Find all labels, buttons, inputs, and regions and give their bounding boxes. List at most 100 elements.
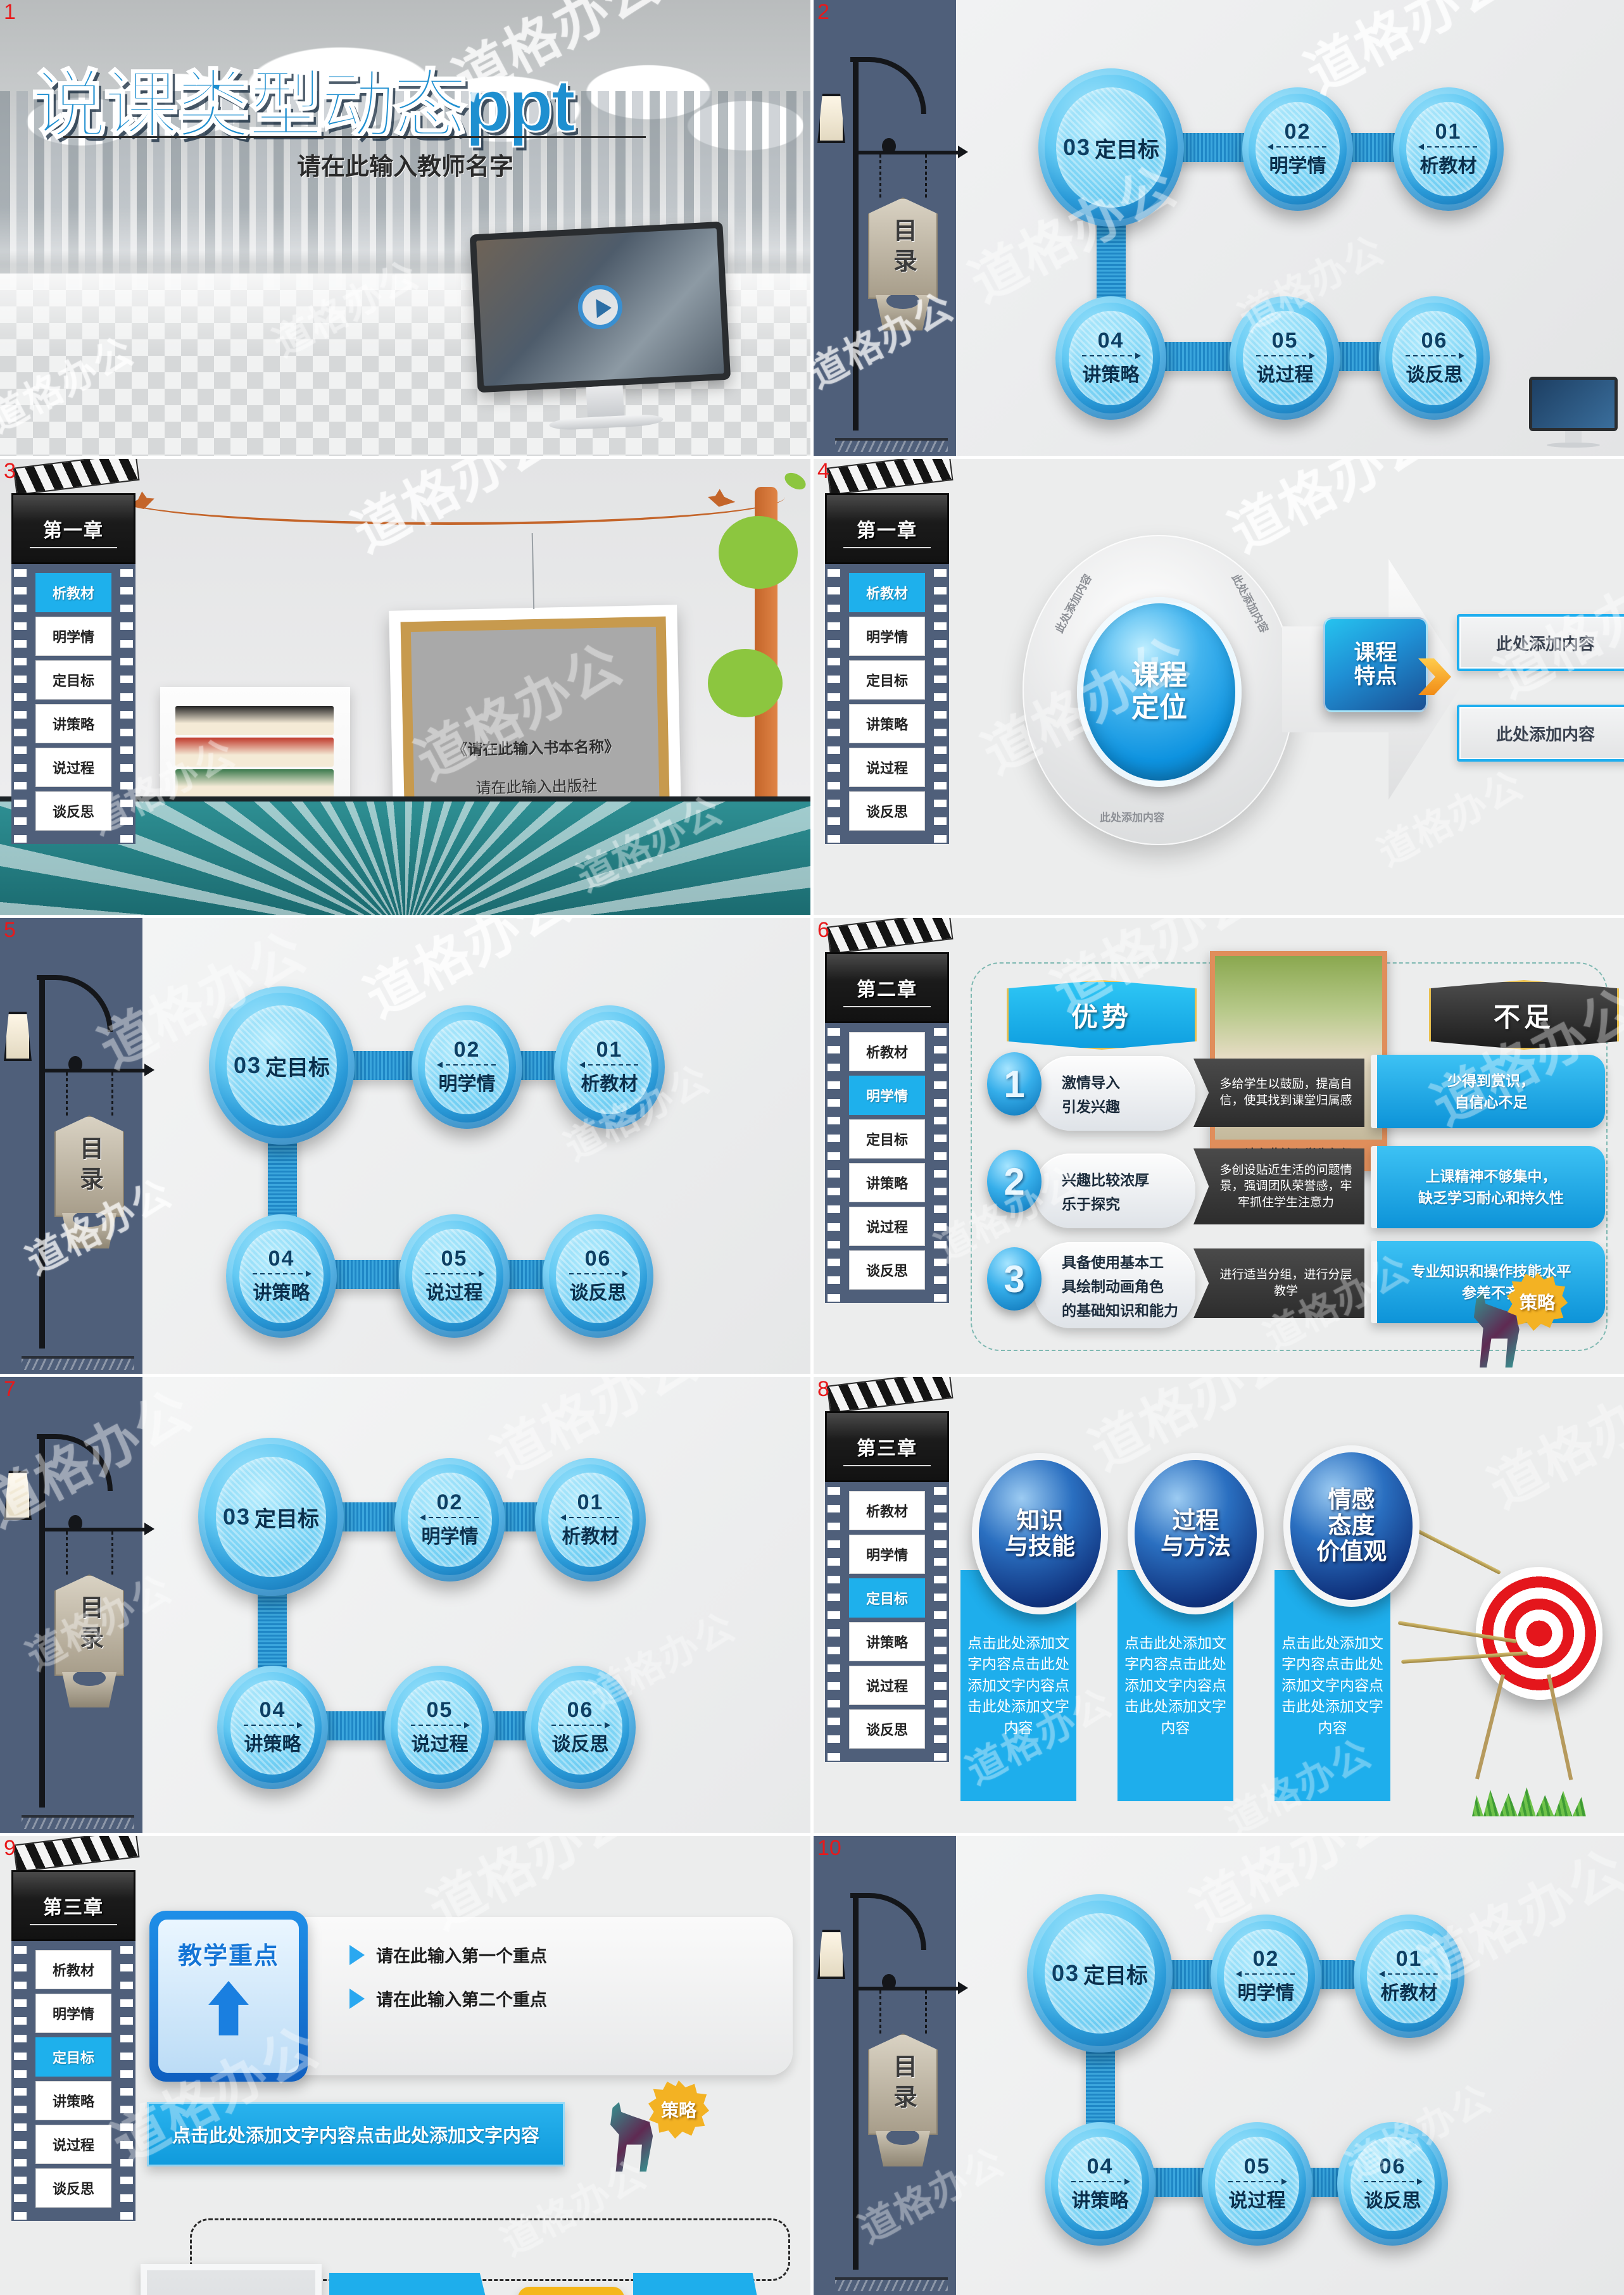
slide-10-toc: 目录 03 定目标 02 明学情 01 析教材 04 讲策略 05 说过程 06…: [814, 1836, 1624, 2295]
sidebar-item-xijiaocai[interactable]: 析教材: [35, 1950, 111, 1989]
toc-node-06[interactable]: 06 谈反思: [1337, 2122, 1448, 2246]
sidebar-item-jiangcelue[interactable]: 讲策略: [35, 2081, 111, 2120]
clapperboard-icon: [826, 459, 954, 496]
toc-node-01-label: 析教材: [1419, 155, 1477, 177]
toc-node-06[interactable]: 06 谈反思: [525, 1666, 636, 1789]
key-point-row: 请在此输入第二个重点: [349, 1986, 793, 2011]
goal-globe-1[interactable]: 知识 与技能: [972, 1453, 1108, 1614]
chapter-title: 第二章: [825, 952, 949, 1023]
sidebar-item-tanfansi[interactable]: 谈反思: [35, 791, 111, 831]
toc-node-03[interactable]: 03 定目标: [1027, 1894, 1173, 2053]
lamp-knob: [882, 1974, 896, 1990]
sidebar-item-xijiaocai[interactable]: 析教材: [849, 1032, 925, 1071]
slide-number: 10: [817, 1836, 841, 1860]
advantage-box-1[interactable]: 激情导入 引发兴趣: [1034, 1056, 1195, 1131]
toc-node-05[interactable]: 05 说过程: [1230, 296, 1340, 420]
toc-node-02[interactable]: 02 明学情: [1211, 1915, 1321, 2038]
toc-node-05[interactable]: 05 说过程: [384, 1666, 495, 1789]
slide-number: 6: [817, 918, 829, 942]
content-box-1[interactable]: 此处添加内容: [1457, 614, 1624, 671]
toc-node-02-label: 明学情: [438, 1073, 496, 1095]
sidebar-item-mingxueqing[interactable]: 明学情: [849, 617, 925, 656]
toc-node-06[interactable]: 06 谈反思: [1379, 296, 1490, 420]
toc-node-02-label: 明学情: [421, 1526, 479, 1547]
chapter-title-label: 第二章: [857, 979, 917, 1000]
sidebar-item-tanfansi[interactable]: 谈反思: [849, 791, 925, 831]
sidebar-item-jiangcelue[interactable]: 讲策略: [849, 704, 925, 743]
toc-node-04[interactable]: 04 讲策略: [226, 1214, 337, 1338]
toc-node-05[interactable]: 05 说过程: [1202, 2122, 1312, 2246]
toc-node-03-label: 定目标: [1095, 137, 1160, 162]
film-strip: 析教材 明学情 定目标 讲策略 说过程 谈反思: [11, 1941, 135, 2221]
sidebar-item-jiangcelue[interactable]: 讲策略: [849, 1163, 925, 1202]
sidebar-item-mingxueqing[interactable]: 明学情: [35, 1994, 111, 2033]
weakness-box-1[interactable]: 少得到赏识， 自信心不足: [1371, 1055, 1605, 1128]
chapter-nav-3: 第三章 析教材 明学情 定目标 讲策略 说过程 谈反思: [825, 1377, 954, 1762]
toc-node-03-inner: 03 定目标: [215, 1457, 327, 1577]
sidebar-item-mingxueqing[interactable]: 明学情: [849, 1535, 925, 1574]
toc-node-04-num: 04: [268, 1246, 295, 1271]
sidebar-item-shuoguocheng[interactable]: 说过程: [35, 748, 111, 787]
sidebar-item-mingxueqing[interactable]: 明学情: [35, 617, 111, 656]
sidebar-item-tanfansi[interactable]: 谈反思: [35, 2168, 111, 2208]
toc-node-03[interactable]: 03 定目标: [209, 986, 355, 1145]
lantern-icon: [817, 94, 845, 143]
toc-node-05[interactable]: 05 说过程: [399, 1214, 510, 1338]
lamp-sidebar: 目录: [0, 1377, 154, 1833]
sidebar-item-dingmubiao[interactable]: 定目标: [849, 1119, 925, 1159]
toc-node-02[interactable]: 02 明学情: [412, 1005, 522, 1129]
sidebar-item-dingmubiao[interactable]: 定目标: [849, 1578, 925, 1618]
summary-bar[interactable]: 点击此处添加文字内容点击此处添加文字内容: [147, 2102, 565, 2166]
chain-left: [66, 1531, 68, 1577]
toc-node-04[interactable]: 04 讲策略: [1045, 2122, 1155, 2246]
monitor-screen: [476, 228, 724, 386]
goal-globe-2[interactable]: 过程 与方法: [1128, 1453, 1264, 1614]
goal-column-3[interactable]: 点击此处添加文字内容点击此处添加文字内容点击此处添加文字内容: [1275, 1570, 1390, 1801]
sidebar-item-dingmubiao[interactable]: 定目标: [849, 660, 925, 700]
weakness-box-2[interactable]: 上课精神不够集中， 缺乏学习耐心和持久性: [1371, 1146, 1605, 1228]
toc-node-06-num: 06: [567, 1697, 594, 1722]
sidebar-item-shuoguocheng[interactable]: 说过程: [849, 1207, 925, 1246]
toc-node-03[interactable]: 03 定目标: [198, 1438, 344, 1596]
sidebar-item-tanfansi[interactable]: 谈反思: [849, 1250, 925, 1290]
sidebar-item-xijiaocai[interactable]: 析教材: [35, 573, 111, 612]
toc-node-04-inner: 04 讲策略: [1058, 2137, 1142, 2231]
toc-node-01[interactable]: 01 析教材: [1354, 1915, 1464, 2038]
advantage-box-2[interactable]: 兴趣比较浓厚 乐于探究: [1034, 1154, 1195, 1228]
sidebar-item-dingmubiao[interactable]: 定目标: [35, 2037, 111, 2077]
toc-tag: 目录: [868, 198, 938, 299]
arrow-line-icon: [1228, 2178, 1288, 2185]
advantage-box-3[interactable]: 具备使用基本工 具绘制动画角色 的基础知识和能力: [1034, 1242, 1195, 1328]
toc-node-03[interactable]: 03 定目标: [1038, 68, 1184, 227]
toc-node-01[interactable]: 01 析教材: [1393, 87, 1504, 211]
toc-node-02[interactable]: 02 明学情: [1242, 87, 1353, 211]
goal-globe-3[interactable]: 情感 态度 价值观: [1283, 1445, 1419, 1607]
toc-node-01[interactable]: 01 析教材: [535, 1458, 646, 1581]
toc-node-03-num: 03: [233, 1052, 262, 1078]
content-box-2[interactable]: 此处添加内容: [1457, 705, 1624, 762]
sidebar-item-shuoguocheng[interactable]: 说过程: [849, 1666, 925, 1705]
sidebar-item-xijiaocai[interactable]: 析教材: [849, 1491, 925, 1530]
course-ring: 课程 定位: [1023, 535, 1295, 845]
toc-node-04[interactable]: 04 讲策略: [1055, 296, 1166, 420]
sidebar-item-tanfansi[interactable]: 谈反思: [849, 1709, 925, 1749]
toc-node-01[interactable]: 01 析教材: [554, 1005, 665, 1129]
sidebar-item-shuoguocheng[interactable]: 说过程: [35, 2125, 111, 2164]
lamp-pole: [853, 60, 859, 431]
toc-node-02[interactable]: 02 明学情: [394, 1458, 505, 1581]
toc-node-06[interactable]: 06 谈反思: [543, 1214, 653, 1338]
method-photo-image: [147, 2270, 315, 2295]
lantern-icon: [4, 1471, 32, 1520]
teacher-summary-box[interactable]: 教师归纳 点评: [518, 2287, 624, 2295]
sidebar-item-mingxueqing[interactable]: 明学情: [849, 1076, 925, 1115]
toc-node-04-label: 讲策略: [1071, 2190, 1129, 2211]
toc-node-05-inner: 05 说过程: [1243, 311, 1327, 405]
toc-node-03-num: 03: [1051, 1960, 1080, 1986]
toc-node-04[interactable]: 04 讲策略: [217, 1666, 328, 1789]
sidebar-item-shuoguocheng[interactable]: 说过程: [849, 748, 925, 787]
sidebar-item-xijiaocai[interactable]: 析教材: [849, 573, 925, 612]
sidebar-item-dingmubiao[interactable]: 定目标: [35, 660, 111, 700]
sidebar-item-jiangcelue[interactable]: 讲策略: [849, 1622, 925, 1661]
slide-grid: 说课类型动态ppt 请在此输入教师名字 道格办公 道格办公 道格办公 1 目录 …: [0, 0, 1624, 2295]
sidebar-item-jiangcelue[interactable]: 讲策略: [35, 704, 111, 743]
